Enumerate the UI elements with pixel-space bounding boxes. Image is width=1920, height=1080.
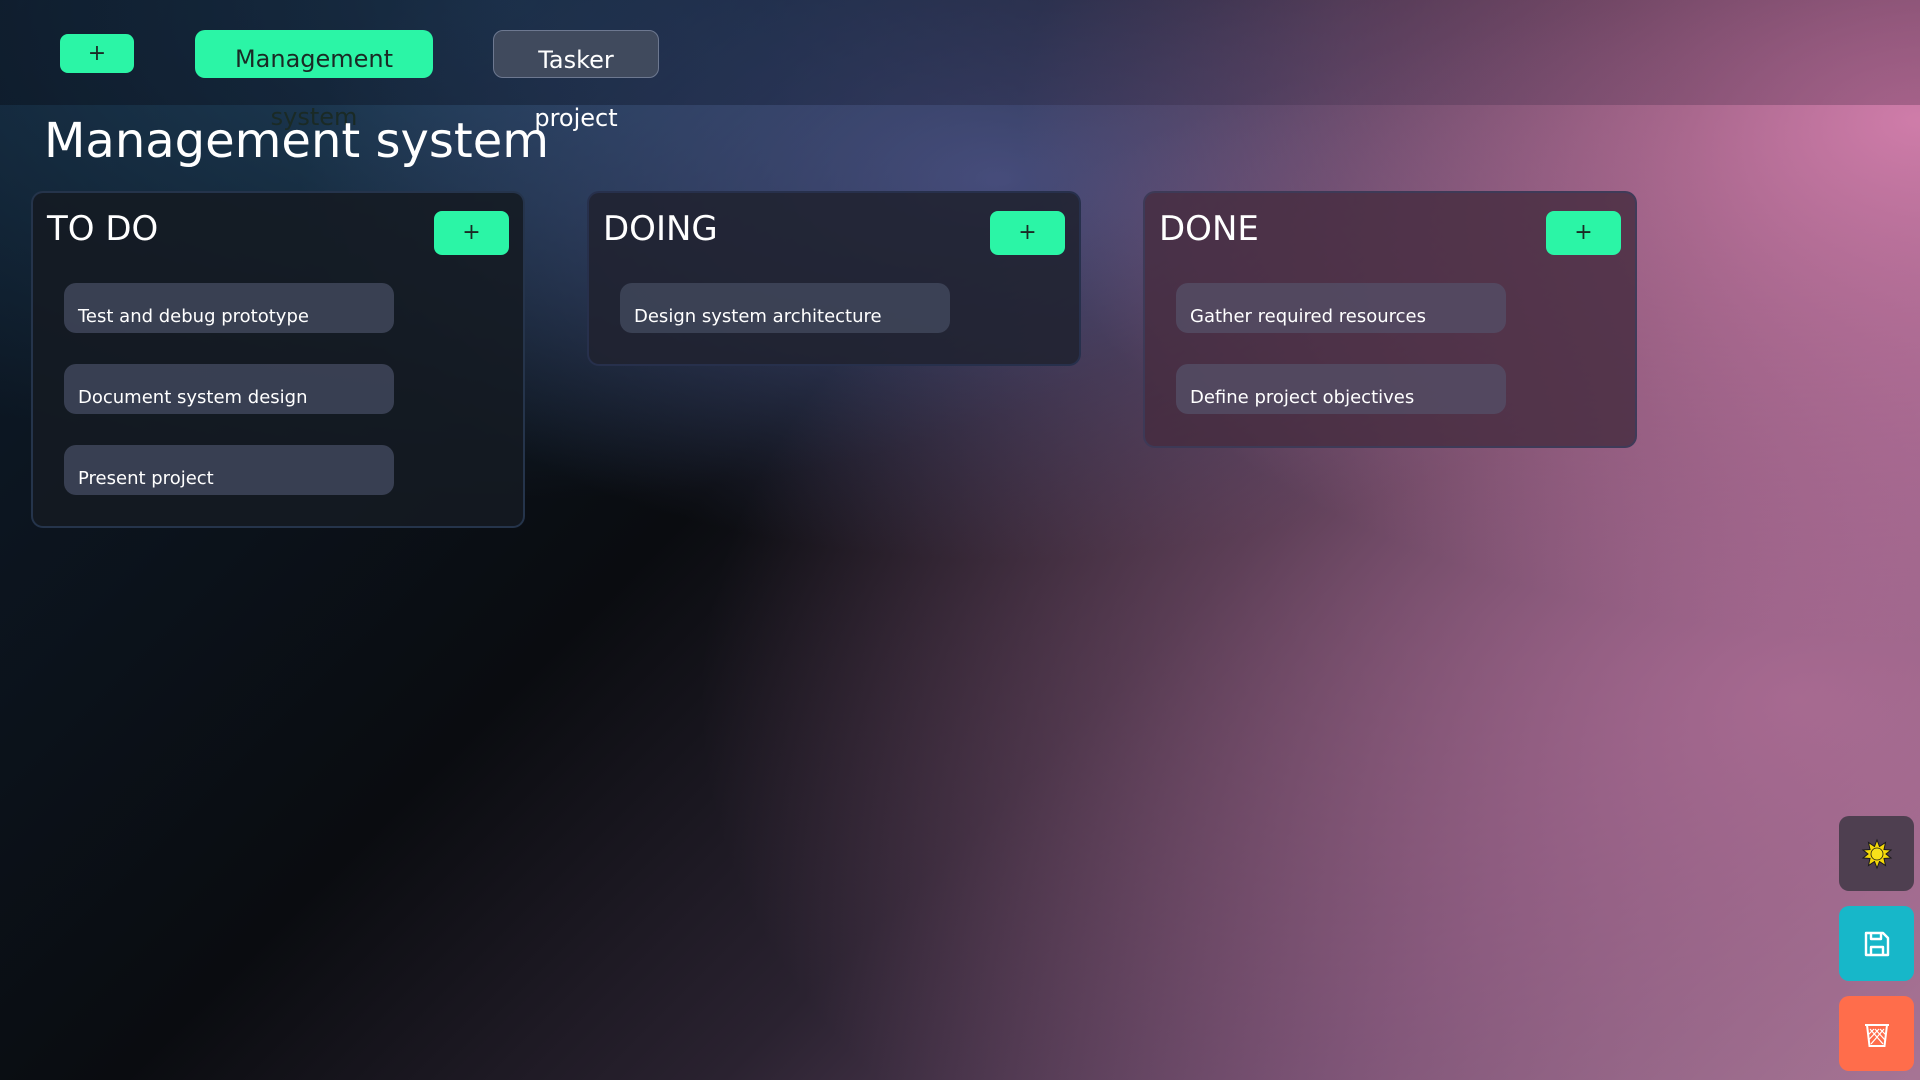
column-title: DONE [1159,209,1259,249]
project-tab-tasker-project[interactable]: Tasker project [493,30,659,132]
add-task-button[interactable]: + [434,211,509,255]
task-card[interactable]: Present project [64,445,394,495]
task-card[interactable]: Document system design [64,364,394,414]
add-task-button[interactable]: + [1546,211,1621,255]
save-button[interactable] [1839,906,1914,981]
add-project-button[interactable]: + [60,34,134,73]
task-card[interactable]: Gather required resources [1176,283,1506,333]
column-title: TO DO [47,209,159,249]
save-icon [1864,931,1889,956]
trash-icon [1864,1023,1889,1047]
task-card[interactable]: Design system architecture [620,283,950,333]
top-bar: + Management system Tasker project [0,0,1920,132]
page-title: Management system [44,113,549,169]
add-task-button[interactable]: + [990,211,1065,255]
project-tab-management-system[interactable]: Management system [195,30,433,131]
delete-button[interactable] [1839,996,1914,1071]
column-doing: DOING + Design system architecture [587,191,1081,366]
theme-toggle-button[interactable] [1839,816,1914,891]
column-done: DONE + Gather required resources Define … [1143,191,1637,448]
task-card[interactable]: Test and debug prototype [64,283,394,333]
column-title: DOING [603,209,718,249]
sun-icon [1861,838,1892,869]
column-todo: TO DO + Test and debug prototype Documen… [31,191,525,528]
task-card[interactable]: Define project objectives [1176,364,1506,414]
